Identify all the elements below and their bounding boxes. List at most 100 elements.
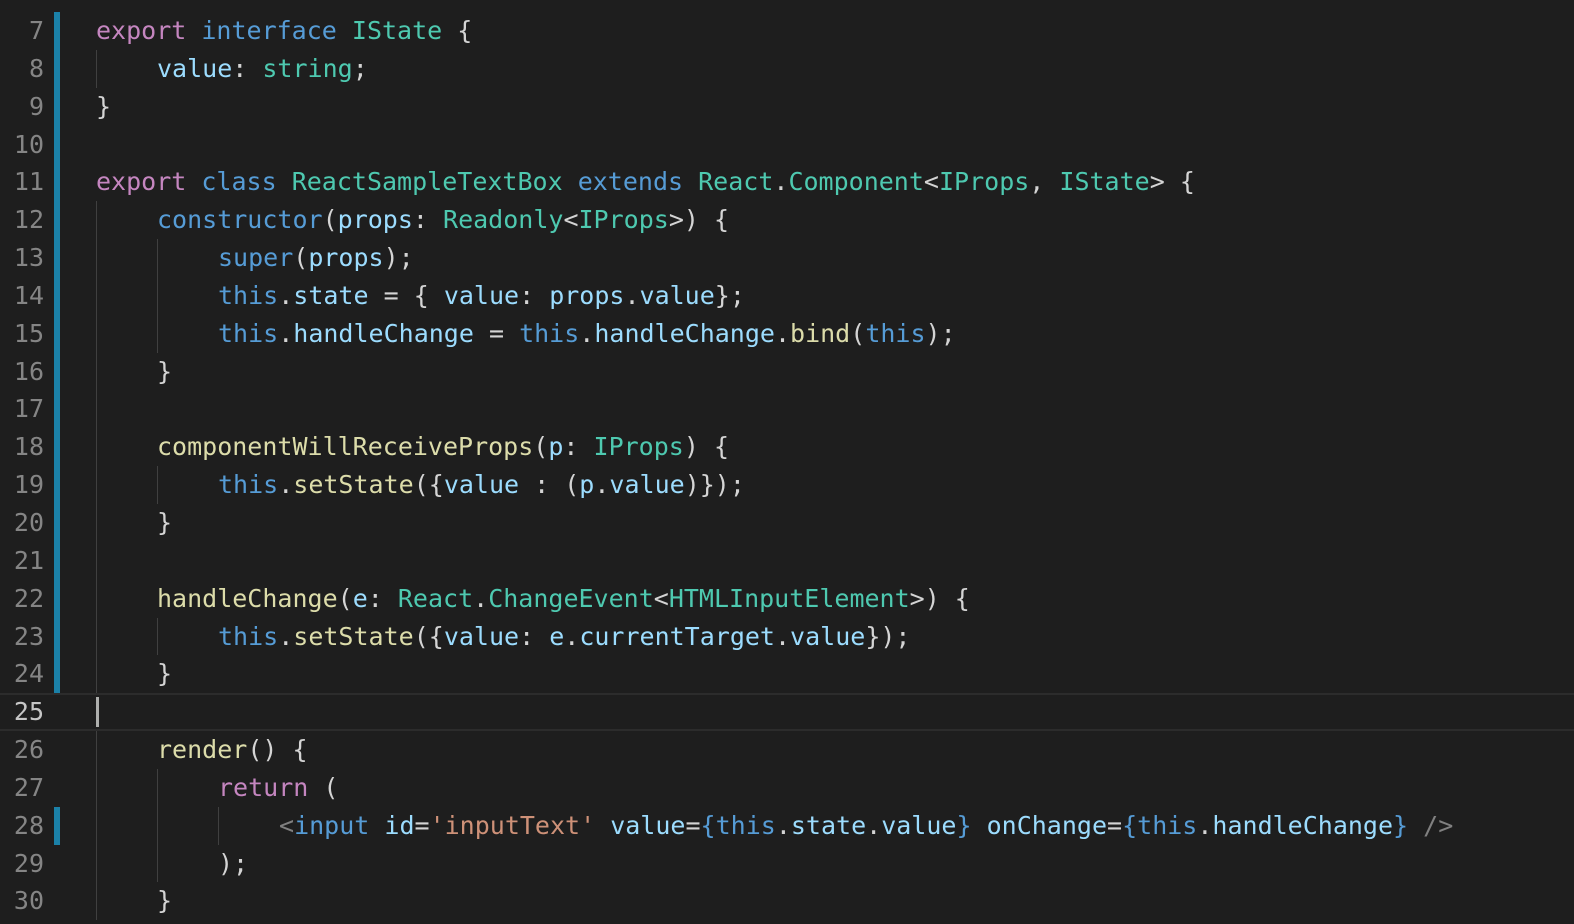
git-modified-marker[interactable]	[54, 352, 60, 391]
code-token: export	[96, 167, 187, 197]
code-editor[interactable]: 7 export interface IState {8 value: string…	[0, 0, 1574, 924]
code-token: IProps	[938, 167, 1030, 197]
code-text: );	[218, 845, 248, 883]
code-token: Readonly	[443, 205, 564, 235]
code-line[interactable]: 11 export class ReactSampleTextBox extend…	[0, 163, 1574, 202]
code-line[interactable]: 19 this.setState({value : (p.value)});	[0, 466, 1574, 504]
git-modified-marker[interactable]	[54, 541, 60, 580]
code-token: props	[337, 205, 413, 235]
code-token: ReactSampleTextBox	[291, 167, 563, 197]
git-modified-marker[interactable]	[54, 49, 60, 88]
git-modified-marker[interactable]	[54, 87, 60, 126]
code-token: )});	[684, 470, 745, 500]
git-modified-marker[interactable]	[54, 125, 60, 164]
git-modified-marker[interactable]	[54, 314, 60, 353]
code-text: return (	[218, 769, 338, 807]
indent-guide	[96, 49, 97, 88]
code-line[interactable]: 15 this.handleChange = this.handleChange.…	[0, 314, 1574, 353]
code-line[interactable]: 26 render() {	[0, 731, 1574, 769]
code-lines[interactable]: 7 export interface IState {8 value: string…	[0, 12, 1574, 921]
code-token: e	[352, 583, 368, 613]
code-token: <	[279, 810, 295, 840]
code-token: handleChange	[157, 583, 338, 613]
code-token: this	[519, 318, 580, 348]
code-line[interactable]: 21	[0, 541, 1574, 580]
git-modified-marker[interactable]	[54, 466, 60, 504]
code-line[interactable]: 25	[0, 693, 1574, 731]
code-line[interactable]: 14 this.state = { value: props.value};	[0, 276, 1574, 315]
code-token: this	[218, 280, 279, 310]
code-token: ;	[352, 53, 368, 83]
code-token: () {	[247, 735, 308, 765]
code-token: =	[685, 810, 701, 840]
code-token: .	[579, 318, 595, 348]
git-modified-marker[interactable]	[54, 655, 60, 694]
code-text: export interface IState {	[96, 12, 472, 50]
code-line[interactable]: 27 return (	[0, 768, 1574, 807]
code-line[interactable]: 29);	[0, 844, 1574, 883]
code-token: value	[443, 621, 520, 651]
code-line[interactable]: 22 handleChange(e: React.ChangeEvent<HTML…	[0, 579, 1574, 618]
line-number: 10	[13, 129, 44, 159]
git-modified-marker[interactable]	[54, 390, 60, 429]
git-modified-marker[interactable]	[54, 163, 60, 202]
code-text: this.state = { value: props.value};	[218, 277, 745, 315]
code-line[interactable]: 13 super(props);	[0, 239, 1574, 277]
code-line[interactable]: 18 componentWillReceiveProps(p: IProps) {	[0, 428, 1574, 467]
code-token: );	[218, 848, 249, 878]
code-line[interactable]: 10	[0, 125, 1574, 164]
code-token: export	[96, 16, 187, 45]
code-token: (	[322, 205, 338, 235]
code-line[interactable]: 23 this.setState({value: e.currentTarget.…	[0, 617, 1574, 656]
code-token: .	[278, 470, 294, 500]
code-line[interactable]: 12 constructor(props: Readonly<IProps>) {	[0, 201, 1574, 240]
code-line[interactable]: 7 export interface IState {	[0, 12, 1574, 50]
code-token: props	[308, 243, 384, 273]
code-token: (	[308, 772, 339, 802]
code-token: value	[443, 470, 520, 500]
line-number: 15	[13, 318, 44, 348]
code-token: this	[715, 810, 776, 840]
code-line[interactable]: 17	[0, 390, 1574, 429]
code-token: interface	[201, 16, 337, 45]
code-text: }	[157, 353, 172, 391]
code-token: value	[790, 621, 866, 651]
line-number: 19	[13, 470, 44, 500]
code-token: );	[383, 243, 414, 273]
code-line[interactable]: 8 value: string;	[0, 49, 1574, 88]
git-modified-marker[interactable]	[54, 579, 60, 618]
code-token: });	[865, 621, 911, 651]
code-token: .	[624, 280, 640, 310]
git-modified-marker[interactable]	[54, 276, 60, 315]
code-token: ,	[1029, 167, 1060, 197]
indent-guide	[157, 806, 158, 845]
code-line[interactable]: 16}	[0, 352, 1574, 391]
git-modified-marker[interactable]	[54, 428, 60, 467]
code-line[interactable]: 20}	[0, 503, 1574, 542]
code-token: IProps	[593, 432, 684, 462]
git-modified-marker[interactable]	[54, 503, 60, 542]
code-line[interactable]: 9}	[0, 87, 1574, 126]
git-modified-marker[interactable]	[54, 12, 60, 50]
git-modified-marker[interactable]	[54, 806, 60, 845]
code-text: this.setState({value : (p.value)});	[218, 466, 745, 504]
git-modified-marker[interactable]	[54, 617, 60, 656]
code-text: }	[157, 655, 172, 693]
text-cursor	[96, 697, 99, 728]
code-token: .	[278, 280, 294, 310]
code-token: {	[442, 16, 473, 45]
code-token: value	[881, 810, 957, 840]
indent-guide	[96, 617, 97, 656]
code-line[interactable]: 30}	[0, 882, 1574, 921]
code-token: this	[218, 318, 279, 348]
git-modified-marker[interactable]	[54, 201, 60, 240]
code-line[interactable]: 28 <input id='inputText' value={this.stat…	[0, 806, 1574, 845]
git-modified-marker[interactable]	[54, 239, 60, 277]
code-line[interactable]: 24}	[0, 655, 1574, 694]
code-token: e	[549, 621, 565, 651]
